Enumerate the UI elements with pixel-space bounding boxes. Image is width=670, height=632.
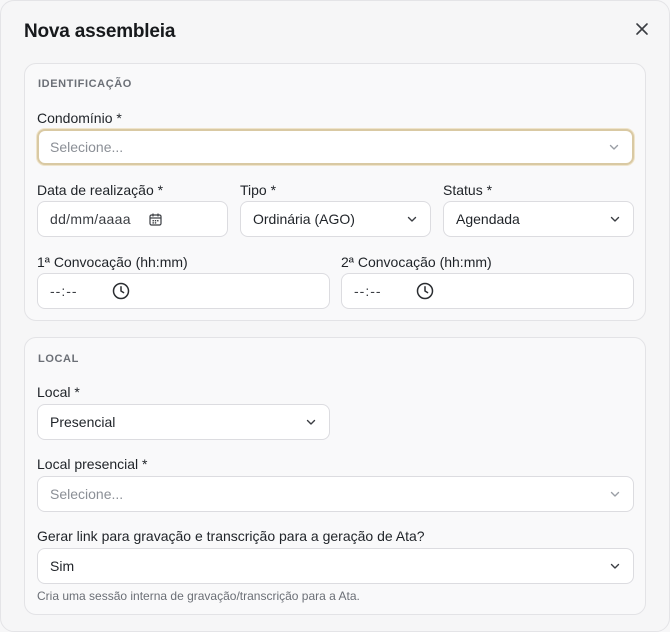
section-title-local: LOCAL [38, 353, 79, 365]
section-local: LOCAL Local * Presencial Local presencia… [24, 337, 646, 615]
condominio-label: Condomínio * [37, 110, 122, 126]
convocacao2-placeholder: --:-- [354, 283, 382, 299]
chevron-down-icon [406, 213, 418, 225]
gerar-link-select[interactable]: Sim [37, 548, 634, 584]
convocacao2-label: 2ª Convocação (hh:mm) [341, 254, 492, 270]
local-select[interactable]: Presencial [37, 404, 330, 440]
data-realizacao-input[interactable]: dd/mm/aaaa [37, 201, 228, 237]
gerar-link-label: Gerar link para gravação e transcrição p… [37, 528, 425, 544]
data-realizacao-placeholder: dd/mm/aaaa [50, 211, 131, 227]
chevron-down-icon [609, 560, 621, 572]
local-label: Local * [37, 384, 80, 400]
convocacao1-input[interactable]: --:-- [37, 273, 330, 309]
condominio-select[interactable]: Selecione... [37, 129, 634, 165]
chevron-down-icon [608, 141, 620, 153]
close-icon [636, 23, 648, 35]
clock-icon[interactable] [416, 282, 434, 300]
chevron-down-icon [609, 213, 621, 225]
data-realizacao-label: Data de realização * [37, 182, 164, 198]
local-value: Presencial [50, 414, 116, 430]
clock-icon[interactable] [112, 282, 130, 300]
tipo-label: Tipo * [240, 182, 277, 198]
local-presencial-label: Local presencial * [37, 456, 148, 472]
gerar-link-helper: Cria uma sessão interna de gravação/tran… [37, 589, 360, 603]
tipo-select[interactable]: Ordinária (AGO) [240, 201, 431, 237]
new-assembly-dialog: Nova assembleia IDENTIFICAÇÃO Condomínio… [0, 0, 670, 632]
gerar-link-value: Sim [50, 558, 75, 574]
dialog-title: Nova assembleia [24, 21, 176, 42]
convocacao1-placeholder: --:-- [50, 283, 78, 299]
section-identificacao: IDENTIFICAÇÃO Condomínio * Selecione... … [24, 63, 646, 321]
chevron-down-icon [609, 488, 621, 500]
convocacao1-label: 1ª Convocação (hh:mm) [37, 254, 188, 270]
local-presencial-placeholder: Selecione... [50, 486, 124, 502]
status-label: Status * [443, 182, 493, 198]
tipo-value: Ordinária (AGO) [253, 211, 355, 227]
local-presencial-select[interactable]: Selecione... [37, 476, 634, 512]
status-value: Agendada [456, 211, 520, 227]
status-select[interactable]: Agendada [443, 201, 634, 237]
calendar-icon[interactable] [149, 212, 162, 226]
convocacao2-input[interactable]: --:-- [341, 273, 634, 309]
chevron-down-icon [305, 416, 317, 428]
condominio-placeholder: Selecione... [50, 139, 124, 155]
close-button[interactable] [632, 19, 652, 39]
section-title-identificacao: IDENTIFICAÇÃO [38, 78, 132, 90]
